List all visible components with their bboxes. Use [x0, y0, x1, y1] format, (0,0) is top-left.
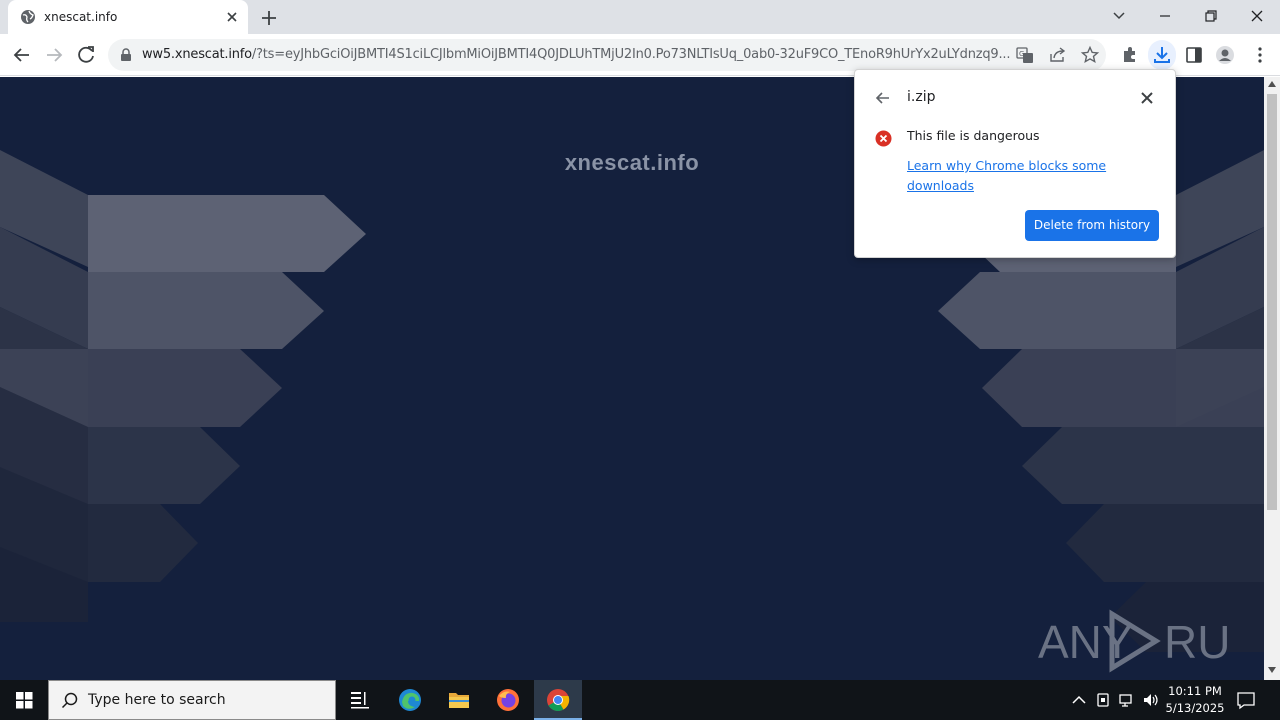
- taskbar-firefox-button[interactable]: [484, 680, 532, 720]
- windows-taskbar: Type here to search 10:11 PM 5/13/2025: [0, 680, 1280, 720]
- bookmark-star-icon[interactable]: [1080, 45, 1100, 65]
- search-placeholder: Type here to search: [88, 692, 226, 708]
- scrollbar-thumb[interactable]: [1267, 94, 1277, 510]
- profile-avatar-icon[interactable]: [1215, 45, 1235, 65]
- windows-start-icon[interactable]: [0, 680, 48, 720]
- tab-title: xnescat.info: [44, 10, 118, 24]
- translate-icon[interactable]: G: [1015, 45, 1035, 65]
- clock-time: 10:11 PM: [1168, 684, 1222, 698]
- firefox-icon: [497, 689, 519, 711]
- clock-date: 5/13/2025: [1165, 701, 1225, 715]
- url-path: /?ts=eyJhbGciOiJBMTI4S1ciLCJlbmMiOiJBMTI…: [251, 47, 1011, 62]
- danger-status-text: This file is dangerous: [907, 128, 1040, 143]
- taskbar-search-box[interactable]: Type here to search: [48, 680, 336, 720]
- tab-search-chevron-icon[interactable]: [1105, 4, 1133, 28]
- address-bar[interactable]: ww5.xnescat.info/?ts=eyJhbGciOiJBMTI4S1c…: [108, 39, 1106, 71]
- extensions-puzzle-icon[interactable]: [1120, 45, 1140, 65]
- back-arrow-icon[interactable]: [875, 90, 891, 106]
- close-icon[interactable]: [1139, 90, 1155, 106]
- minimize-icon[interactable]: [1151, 4, 1179, 28]
- tab-strip: xnescat.info: [0, 0, 1280, 34]
- svg-text:ANY: ANY: [1038, 616, 1133, 668]
- system-clock[interactable]: 10:11 PM 5/13/2025: [1160, 683, 1230, 717]
- svg-text:RUN: RUN: [1164, 616, 1234, 668]
- tab-active[interactable]: xnescat.info: [8, 0, 248, 34]
- download-bubble: i.zip This file is dangerous Learn why C…: [854, 69, 1176, 258]
- download-button[interactable]: [1148, 40, 1176, 70]
- new-tab-icon[interactable]: [259, 8, 279, 28]
- network-icon[interactable]: [1118, 691, 1136, 709]
- taskbar-explorer-button[interactable]: [435, 680, 483, 720]
- menu-kebab-icon[interactable]: [1250, 45, 1270, 65]
- task-view-button[interactable]: [336, 680, 384, 720]
- tray-chevron-up-icon[interactable]: [1070, 691, 1088, 709]
- volume-icon[interactable]: [1142, 691, 1160, 709]
- reload-icon[interactable]: [75, 44, 97, 66]
- edge-icon: [399, 689, 421, 711]
- notification-icon[interactable]: [1236, 690, 1256, 710]
- url-text[interactable]: ww5.xnescat.info/?ts=eyJhbGciOiJBMTI4S1c…: [142, 47, 1017, 62]
- side-panel-icon[interactable]: [1184, 45, 1204, 65]
- forward-arrow-icon[interactable]: [43, 44, 65, 66]
- taskbar-chrome-button[interactable]: [534, 680, 582, 720]
- anyrun-watermark-logo: ANY RUN: [1038, 609, 1234, 673]
- error-icon: [875, 130, 892, 147]
- task-view-icon: [351, 692, 369, 709]
- folder-icon: [449, 693, 469, 708]
- restore-icon[interactable]: [1197, 4, 1225, 28]
- taskbar-edge-button[interactable]: [386, 680, 434, 720]
- chrome-icon: [547, 689, 570, 711]
- back-arrow-icon[interactable]: [11, 44, 33, 66]
- page-scrollbar[interactable]: [1264, 77, 1280, 680]
- download-icon: [1154, 47, 1170, 63]
- tab-close-icon[interactable]: [224, 9, 240, 25]
- download-filename: i.zip: [907, 89, 936, 105]
- window-close-icon[interactable]: [1243, 4, 1271, 28]
- lock-icon[interactable]: [119, 48, 133, 62]
- svg-text:G: G: [1019, 50, 1024, 58]
- tray-device-icon[interactable]: [1094, 691, 1112, 709]
- learn-why-link[interactable]: Learn why Chrome blocks some downloads: [907, 156, 1127, 196]
- globe-icon: [21, 10, 35, 24]
- share-icon[interactable]: [1048, 45, 1068, 65]
- scroll-down-icon[interactable]: [1268, 667, 1276, 673]
- scroll-up-icon[interactable]: [1268, 81, 1276, 87]
- url-host: ww5.xnescat.info: [142, 47, 252, 62]
- search-icon: [61, 692, 78, 709]
- delete-from-history-button[interactable]: Delete from history: [1025, 210, 1159, 241]
